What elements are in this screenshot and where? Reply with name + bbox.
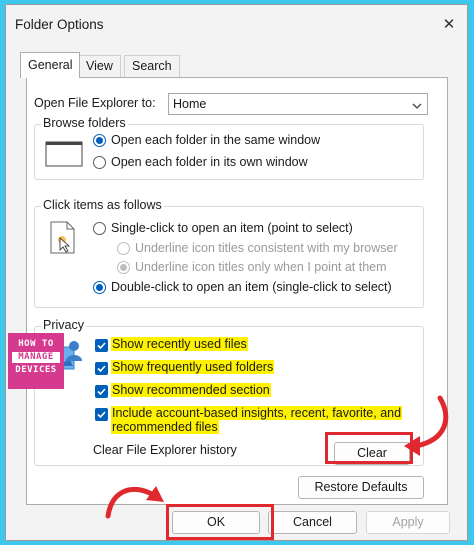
tab-general[interactable]: General [20,52,81,78]
ok-arrow-icon [105,486,164,519]
annotation-arrows [105,395,449,519]
clear-arrow-icon [404,395,449,456]
